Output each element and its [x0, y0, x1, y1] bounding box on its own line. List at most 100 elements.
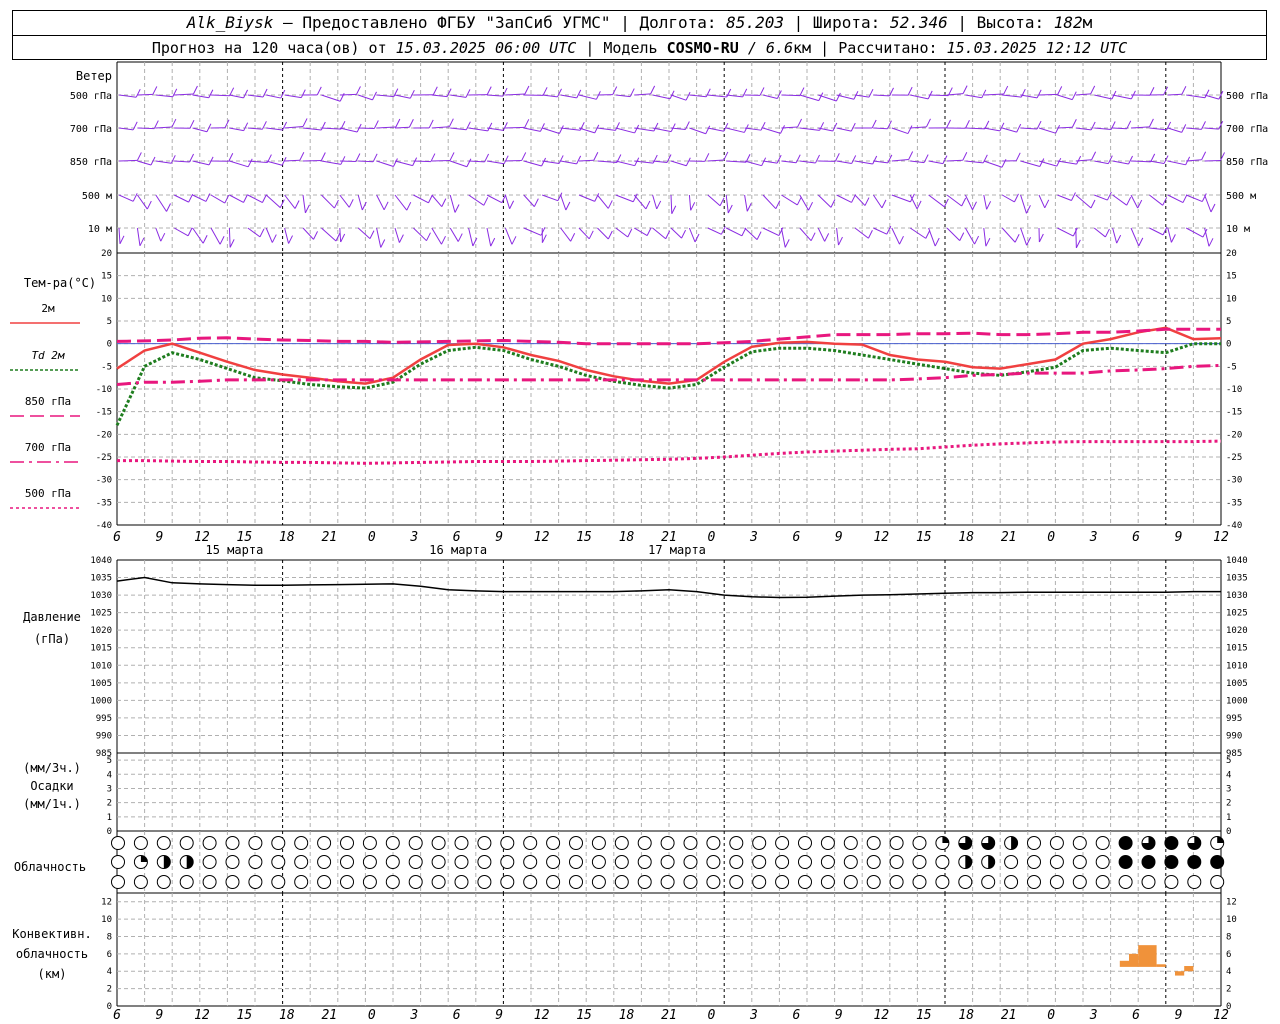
conv-unit: (км)	[38, 967, 67, 981]
wind-barb-feather	[152, 86, 158, 95]
wind-barb	[192, 194, 207, 202]
cloud-symbol	[591, 875, 606, 889]
wind-barb	[983, 227, 987, 247]
cloud-title: Облачность	[14, 860, 86, 874]
wind-barb	[891, 127, 909, 135]
cloud-symbol	[614, 855, 629, 869]
hour-label-bottom: 18	[958, 1008, 974, 1023]
precip-ytick-left: 0	[107, 827, 112, 837]
wind-barb-feather	[923, 154, 929, 163]
wind-barb-feather	[1104, 228, 1110, 238]
wind-title: Ветер	[76, 69, 112, 83]
cloud-symbol	[271, 875, 286, 889]
wind-barb-feather	[1036, 89, 1042, 99]
conv-ytick-right: 6	[1226, 950, 1231, 960]
wind-barb-feather	[824, 233, 830, 242]
hour-label-bottom: 12	[873, 1008, 889, 1023]
cloud-symbol	[889, 875, 904, 889]
wind-barb	[1185, 227, 1204, 238]
cloud-symbol	[752, 855, 767, 869]
wind-barb	[413, 227, 427, 242]
wind-barb	[192, 94, 209, 99]
wind-barb-feather	[509, 200, 515, 209]
wind-barb	[155, 194, 167, 212]
precip-ytick-right: 5	[1226, 756, 1231, 766]
hour-label-bottom: 6	[792, 1008, 800, 1023]
hour-label-temp: 9	[156, 530, 164, 545]
temp-title: Тем-ра(°C)	[24, 276, 96, 290]
wind-barb-feather	[1026, 205, 1031, 214]
wind-barb	[394, 194, 408, 211]
hour-label-temp: 3	[409, 530, 418, 545]
hour-label-bottom: 21	[321, 1008, 337, 1023]
cloud-symbol	[294, 855, 309, 869]
cloud-symbol	[1004, 855, 1019, 869]
hour-label-temp: 9	[495, 530, 503, 545]
wind-barb-feather	[1163, 155, 1169, 164]
wind-barb	[413, 160, 431, 163]
wind-barb	[321, 227, 337, 242]
cloud-symbol	[1164, 875, 1179, 889]
wind-barb-feather	[1116, 234, 1122, 244]
wind-barb-feather	[348, 199, 354, 208]
wind-barb-feather	[369, 230, 375, 239]
precip-unit-bottom: (мм/1ч.)	[23, 797, 81, 811]
wind-barb	[983, 127, 1001, 132]
hour-label-temp: 0	[368, 530, 376, 545]
wind-barb	[228, 227, 231, 248]
hour-label-bottom: 9	[156, 1008, 164, 1023]
wind-barb-feather	[247, 158, 253, 168]
cloud-symbol	[912, 855, 927, 869]
wind-barb-feather	[540, 227, 546, 236]
wind-barb	[836, 94, 855, 100]
wind-barb-feather	[759, 87, 765, 96]
wind-barb-feather	[229, 239, 235, 248]
conv-ytick-left: 8	[107, 932, 112, 942]
cloud-symbol	[1072, 836, 1087, 850]
wind-barb	[578, 127, 595, 134]
cloud-symbol	[202, 875, 217, 889]
wind-barb	[339, 227, 342, 243]
wind-barb-feather	[409, 89, 415, 99]
day-label: 15 марта	[206, 543, 264, 557]
wind-barb-feather	[1091, 151, 1097, 160]
wind-barb	[1057, 160, 1077, 165]
wind-barb-feather	[502, 122, 508, 131]
wind-barb	[780, 227, 786, 248]
wind-barb	[744, 160, 762, 167]
hour-label-bottom: 9	[835, 1008, 843, 1023]
cloud-symbol	[225, 875, 240, 889]
temp-legend-label: 500 гПа	[25, 487, 71, 500]
cloud-symbol	[362, 836, 377, 850]
wind-barb-feather	[864, 197, 870, 206]
wind-barb-feather	[302, 118, 308, 127]
temp-legend-label: 2м	[41, 302, 55, 315]
wind-barb	[633, 227, 648, 237]
wind-barb	[928, 227, 936, 247]
wind-barb-feather	[136, 152, 142, 161]
wind-barb-feather	[986, 201, 992, 210]
wind-barb-feather	[454, 204, 460, 213]
wind-barb-feather	[832, 122, 838, 132]
cloud-symbol	[202, 836, 217, 850]
wind-barb	[265, 194, 281, 208]
wind-level-label-left: 850 гПа	[70, 157, 112, 168]
cloud-symbol	[637, 855, 652, 869]
wind-barb	[1167, 194, 1184, 204]
wind-barb-feather	[780, 125, 785, 134]
wind-barb-feather	[1071, 192, 1076, 201]
wind-barb-feather	[426, 232, 431, 241]
wind-barb	[1112, 194, 1127, 206]
wind-barb	[615, 227, 629, 238]
cloud-symbol	[843, 836, 858, 850]
wind-barb-feather	[962, 152, 968, 161]
pressure-ytick-left: 1005	[90, 679, 112, 689]
conv-title-2: облачность	[16, 947, 88, 961]
wind-barb	[523, 127, 541, 132]
wind-barb-feather	[320, 152, 326, 161]
wind-barb	[1001, 227, 1016, 243]
precip-ytick-left: 3	[107, 784, 112, 794]
hour-label-bottom: 15	[576, 1008, 592, 1023]
pressure-ytick-right: 1020	[1226, 626, 1248, 636]
wind-barb-feather	[224, 194, 230, 204]
